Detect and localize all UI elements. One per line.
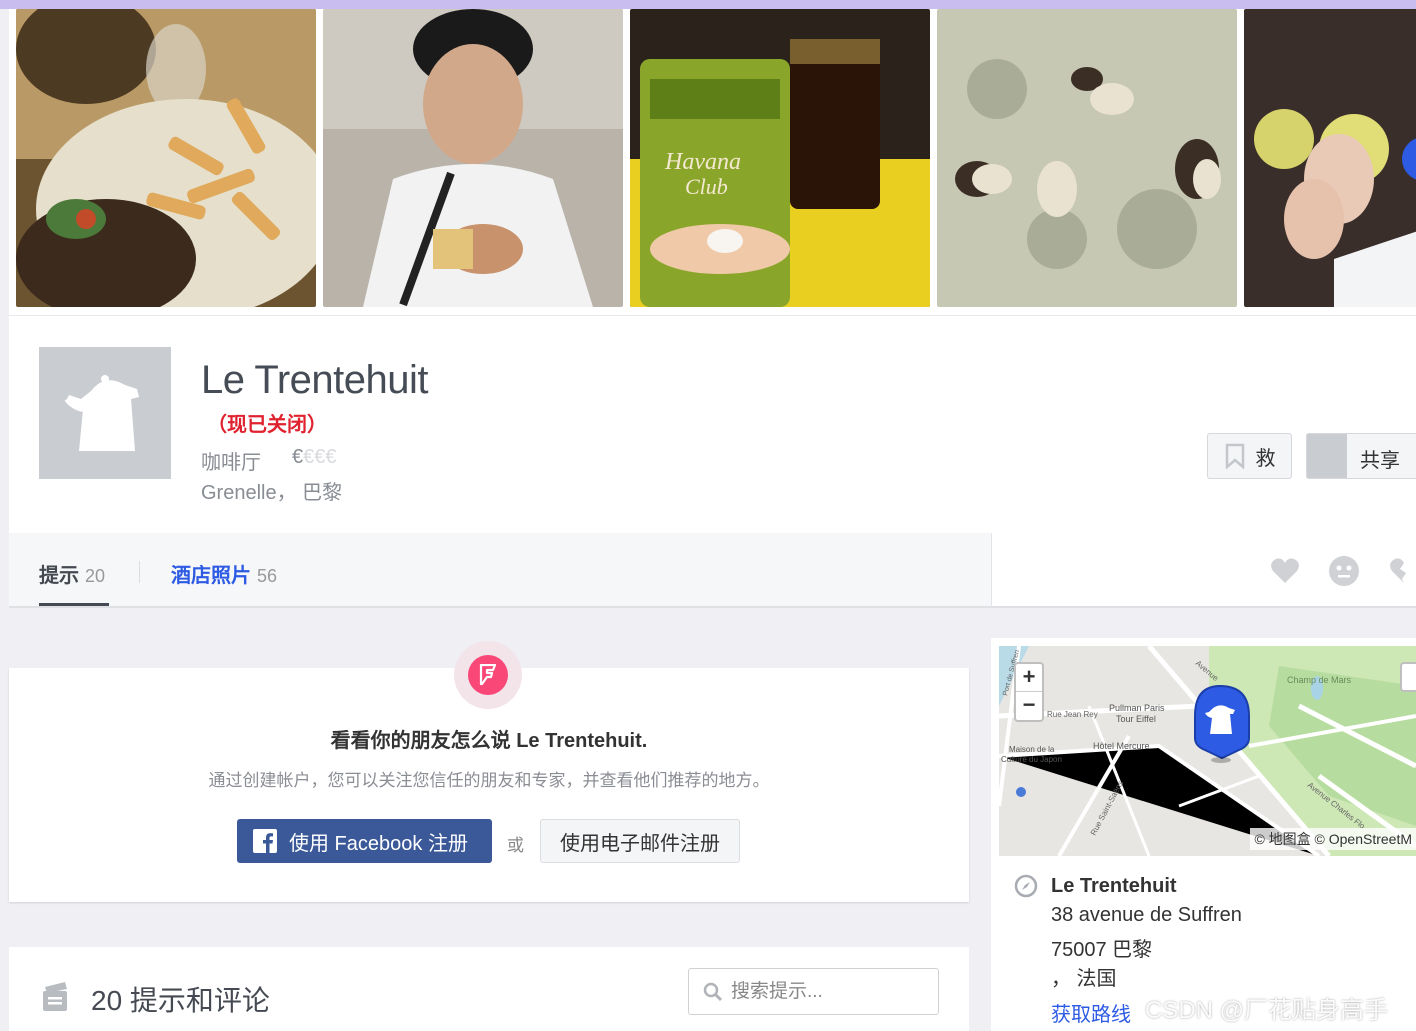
address-country: ， 法国: [1051, 968, 1117, 990]
signup-title: 看看你的朋友怎么说 Le Trentehuit.: [330, 730, 648, 752]
neutral-face-icon[interactable]: [1328, 555, 1360, 587]
mushroom-risotto-photo[interactable]: [937, 9, 1237, 307]
coffee-pot-icon: [64, 375, 139, 451]
venue-name: Le Trentehuit: [201, 358, 429, 402]
map-card: Champ de Mars Pullman Paris Tour Eiffel …: [991, 638, 1416, 1031]
tab-tips-count: 20: [85, 566, 106, 586]
man-eating-photo[interactable]: [323, 9, 623, 307]
get-directions-link[interactable]: 获取路线: [1051, 998, 1131, 1027]
photo-strip: Havana Club: [9, 9, 1416, 315]
bookmark-icon: [1225, 443, 1244, 469]
steak-frites-photo[interactable]: [16, 9, 316, 307]
save-button-label: 救: [1255, 447, 1276, 470]
tips-title: 20 提示和评论: [91, 985, 270, 1016]
map-fullscreen-button[interactable]: [1400, 662, 1416, 692]
address-venue-name: Le Trentehuit: [1051, 875, 1177, 897]
foursquare-logo-icon: [479, 664, 497, 686]
address-city: 75007 巴黎: [1051, 939, 1153, 961]
address-street: 38 avenue de Suffren: [1051, 904, 1242, 926]
tab-photos-count: 56: [257, 566, 278, 586]
or-separator: 或: [507, 836, 524, 855]
broken-heart-icon[interactable]: [1388, 555, 1416, 587]
tips-search-input[interactable]: [731, 977, 931, 1007]
map-attribution[interactable]: © 地图盒 © OpenStreetM: [1250, 828, 1416, 850]
venue-header: Le Trentehuit （现已关闭） 咖啡厅 €€€€ Grenelle， …: [9, 315, 1416, 533]
share-icon: [1307, 434, 1347, 478]
share-button[interactable]: 共享: [1306, 433, 1416, 479]
active-tab-indicator: [39, 603, 109, 606]
tips-search-box[interactable]: [688, 968, 939, 1015]
venue-location[interactable]: Grenelle， 巴黎: [201, 476, 342, 505]
venue-map[interactable]: Champ de Mars Pullman Paris Tour Eiffel …: [999, 646, 1416, 856]
email-signup-button[interactable]: 使用电子邮件注册: [540, 819, 740, 863]
tab-tips-label: 提示: [39, 565, 79, 587]
venue-tabs: 提示 20 酒店照片 56: [9, 533, 991, 608]
map-zoom-control: + −: [1014, 662, 1044, 722]
closed-status: （现已关闭）: [207, 414, 327, 436]
svg-text:Club: Club: [685, 174, 728, 199]
map-label-champ-de-mars: Champ de Mars: [1287, 675, 1352, 685]
tab-photos-label: 酒店照片: [171, 565, 251, 587]
signup-subtitle: 通过创建帐户，您可以关注您信任的朋友和专家，并查看他们推荐的地方。: [208, 771, 770, 790]
price-tier: €€€€: [292, 446, 337, 469]
zoom-in-button[interactable]: +: [1016, 664, 1042, 692]
map-label-rue-jean-rey: Rue Jean Rey: [1047, 710, 1098, 719]
watermark: CSDN @厂花贴身高手: [1145, 997, 1389, 1024]
foursquare-badge: [454, 641, 522, 709]
friends-photo[interactable]: [1244, 9, 1416, 307]
map-label-maison-1: Maison de la: [1009, 745, 1055, 754]
tips-section: 20 提示和评论: [9, 947, 969, 1031]
share-button-label: 共享: [1360, 450, 1400, 472]
map-label-hotel-mercure: Hôtel Mercure: [1093, 741, 1150, 751]
like-heart-icon[interactable]: [1269, 555, 1301, 587]
tips-stack-icon: [43, 982, 67, 1011]
map-label-pullman: Pullman Paris: [1109, 703, 1165, 713]
svg-text:Havana: Havana: [664, 149, 741, 175]
top-accent-stripe: [0, 0, 1416, 9]
venue-category-icon: [39, 347, 171, 479]
map-label-maison-2: Culture du Japon: [1001, 755, 1062, 764]
map-label-tour-eiffel: Tour Eiffel: [1116, 714, 1156, 724]
price-active: €: [292, 446, 304, 468]
tab-tips[interactable]: 提示 20: [39, 559, 105, 588]
save-button[interactable]: 救: [1207, 433, 1292, 479]
facebook-icon: [253, 829, 277, 853]
zoom-out-button[interactable]: −: [1016, 692, 1042, 720]
facebook-signup-button[interactable]: 使用 Facebook 注册: [237, 819, 492, 863]
tab-divider: [139, 561, 140, 583]
compass-icon: [1014, 874, 1038, 898]
price-inactive: €€€: [303, 446, 337, 468]
search-icon: [703, 982, 723, 1002]
rating-buttons: [991, 533, 1416, 608]
venue-category[interactable]: 咖啡厅: [201, 446, 261, 475]
facebook-signup-label: 使用 Facebook 注册: [289, 832, 468, 855]
tab-photos[interactable]: 酒店照片 56: [171, 559, 277, 588]
havana-club-drinks-photo[interactable]: Havana Club: [630, 9, 930, 307]
